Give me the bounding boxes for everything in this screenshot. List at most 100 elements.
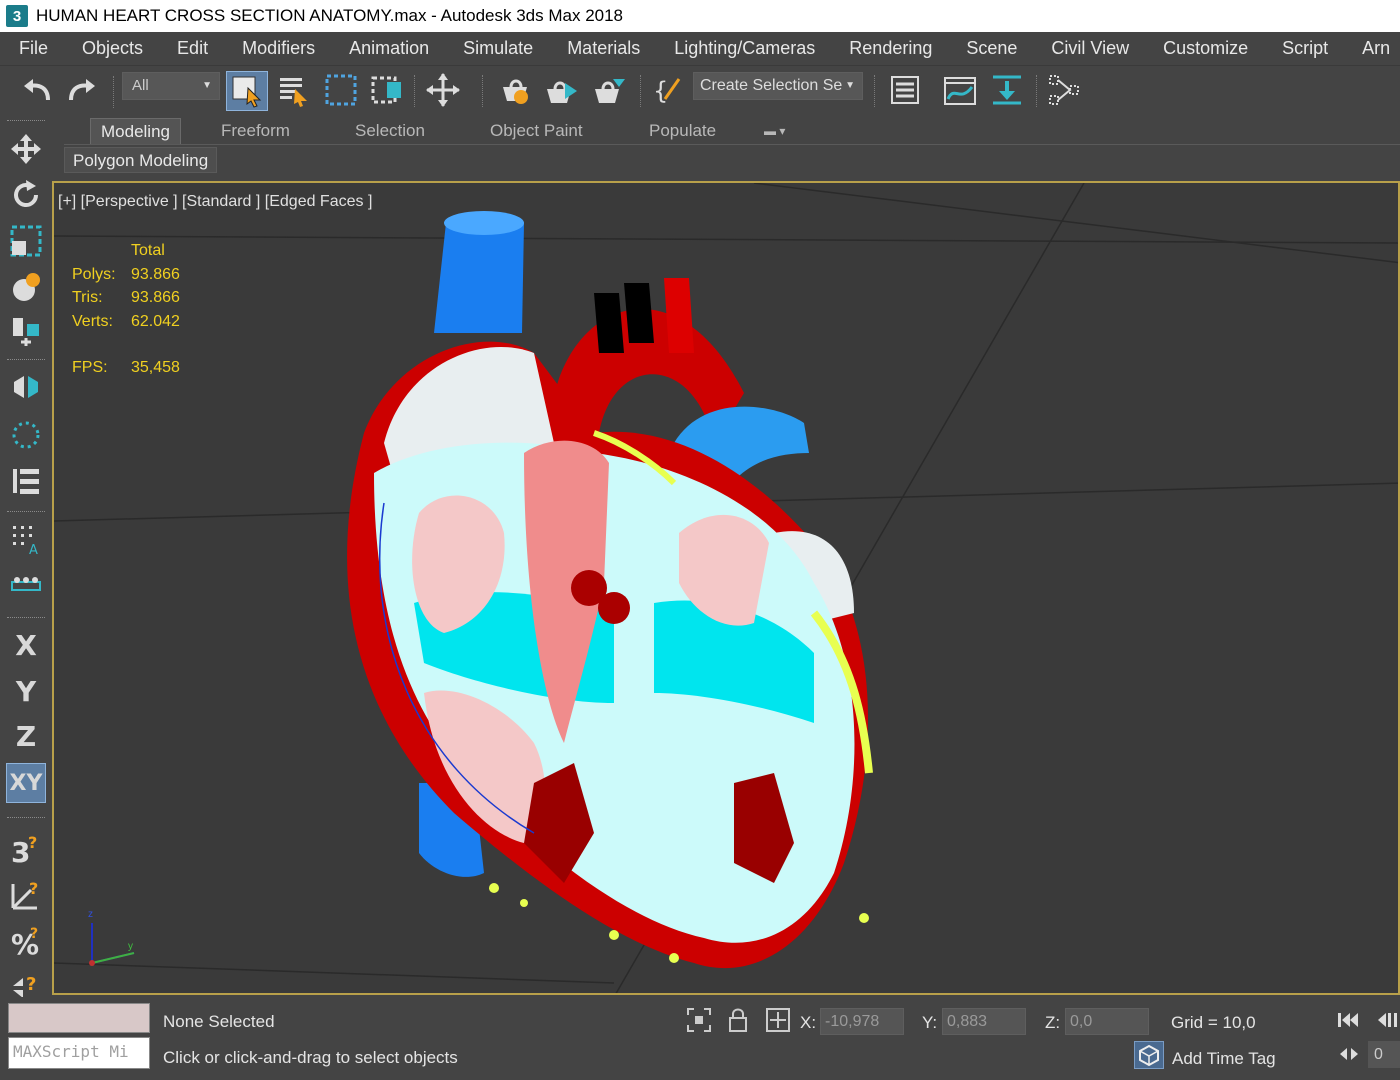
mirror-icon[interactable] <box>6 367 46 407</box>
key-mode-toggle-icon[interactable] <box>1338 1045 1360 1063</box>
polygon-modeling-tab[interactable]: Polygon Modeling <box>64 147 218 173</box>
select-move-icon[interactable] <box>421 71 465 109</box>
menu-arnold[interactable]: Arn <box>1345 32 1400 65</box>
perspective-viewport[interactable]: [+] [Perspective ] [Standard ] [Edged Fa… <box>52 181 1400 995</box>
axis-x-button[interactable]: X <box>6 625 46 665</box>
tab-modeling[interactable]: Modeling <box>90 118 181 144</box>
gizmo-z-label: z <box>88 909 93 920</box>
svg-text:?: ? <box>29 879 38 898</box>
grid-size-label: Grid = 10,0 <box>1171 1013 1256 1032</box>
menu-simulate[interactable]: Simulate <box>446 32 550 65</box>
svg-text:{: { <box>653 77 668 105</box>
maxscript-listener-input[interactable]: MAXScript Mi <box>8 1037 150 1069</box>
verts-label: Verts: <box>72 312 113 330</box>
move-icon[interactable] <box>6 129 46 169</box>
rotate-icon[interactable] <box>6 175 46 215</box>
selection-status: None Selected <box>163 1012 275 1031</box>
menu-customize[interactable]: Customize <box>1146 32 1265 65</box>
snaps-3d-icon[interactable]: 3? <box>6 829 46 869</box>
svg-text:?: ? <box>30 926 38 942</box>
y-coord-label: Y: <box>922 1013 938 1032</box>
app-icon: 3 <box>6 5 28 27</box>
svg-text:?: ? <box>28 833 37 852</box>
title-bar: 3 HUMAN HEART CROSS SECTION ANATOMY.max … <box>0 0 1400 32</box>
percent-snap-icon[interactable]: %? <box>6 921 46 961</box>
axis-z-button[interactable]: Z <box>6 716 46 756</box>
menu-objects[interactable]: Objects <box>65 32 160 65</box>
polys-label: Polys: <box>72 265 116 283</box>
ribbon-tabs: Modeling Freeform Selection Object Paint… <box>62 116 1400 144</box>
named-selection-set-dropdown[interactable]: Create Selection Se ▼ <box>693 72 863 100</box>
menu-modifiers[interactable]: Modifiers <box>225 32 332 65</box>
polys-value: 93.866 <box>131 265 180 283</box>
add-time-tag-icon[interactable] <box>1134 1041 1164 1069</box>
menu-lighting-cameras[interactable]: Lighting/Cameras <box>657 32 832 65</box>
tris-label: Tris: <box>72 289 103 306</box>
gizmo-y-label: y <box>128 941 133 952</box>
scale-icon[interactable] <box>6 221 46 261</box>
menu-materials[interactable]: Materials <box>550 32 657 65</box>
tab-object-paint[interactable]: Object Paint <box>480 118 593 144</box>
spacing-tool-icon[interactable]: A <box>6 519 46 559</box>
viewport-statistics: Total Polys: 93.866 Tris: 93.866 Verts: 62.… <box>72 239 180 380</box>
menu-edit[interactable]: Edit <box>160 32 225 65</box>
y-coord-field[interactable]: 0,883 <box>942 1008 1026 1035</box>
angle-snap-icon[interactable]: ? <box>6 875 46 915</box>
z-coord-field[interactable]: 0,0 <box>1065 1008 1149 1035</box>
fps-label: FPS: <box>72 359 108 376</box>
fps-value: 35,458 <box>131 359 180 376</box>
svg-text:A: A <box>29 543 38 556</box>
viewport-label[interactable]: [+] [Perspective ] [Standard ] [Edged Fa… <box>58 193 372 211</box>
menu-animation[interactable]: Animation <box>332 32 446 65</box>
x-coord-label: X: <box>800 1013 817 1032</box>
render-production-icon[interactable] <box>586 71 630 109</box>
axis-xy-button[interactable]: XY <box>6 763 46 803</box>
go-to-start-icon[interactable] <box>1336 1009 1362 1031</box>
menu-script[interactable]: Script <box>1265 32 1345 65</box>
menu-rendering[interactable]: Rendering <box>832 32 949 65</box>
curve-editor-icon[interactable] <box>939 71 981 109</box>
layer-explorer-icon[interactable] <box>884 71 926 109</box>
render-setup-icon[interactable] <box>494 71 538 109</box>
tris-value: 93.866 <box>131 289 180 306</box>
select-object-icon[interactable] <box>226 71 268 111</box>
window-title: HUMAN HEART CROSS SECTION ANATOMY.max - … <box>36 6 624 25</box>
lock-selection-icon[interactable] <box>727 1007 749 1033</box>
x-coord-field[interactable]: -10,978 <box>820 1008 904 1035</box>
current-frame-field[interactable]: 0 <box>1368 1041 1400 1068</box>
stats-header: Total <box>131 242 165 259</box>
prompt-line: Click or click-and-drag to select object… <box>163 1048 458 1067</box>
menu-civil-view[interactable]: Civil View <box>1034 32 1146 65</box>
add-time-tag-label[interactable]: Add Time Tag <box>1172 1049 1276 1069</box>
menu-file[interactable]: File <box>0 32 65 65</box>
window-crossing-icon[interactable] <box>366 71 408 109</box>
color-swatch[interactable] <box>8 1003 150 1033</box>
clone-icon[interactable] <box>6 567 46 607</box>
tab-freeform[interactable]: Freeform <box>211 118 300 144</box>
snap-icon[interactable] <box>6 415 46 455</box>
edit-named-selection-icon[interactable]: { <box>648 71 688 109</box>
schematic-view-icon[interactable] <box>1043 71 1085 109</box>
select-by-name-icon[interactable] <box>274 71 314 109</box>
svg-text:?: ? <box>26 974 36 995</box>
status-bar: MAXScript Mi None Selected Click or clic… <box>0 997 1400 1080</box>
ribbon-options-icon[interactable]: ▬ ▾ <box>754 118 795 144</box>
place-icon[interactable] <box>6 267 46 307</box>
menu-scene[interactable]: Scene <box>949 32 1034 65</box>
viewport-scene <box>54 183 1398 993</box>
undo-icon[interactable] <box>18 72 56 110</box>
transform-mode-icon[interactable] <box>765 1007 791 1033</box>
redo-icon[interactable] <box>63 72 101 110</box>
array-icon[interactable] <box>6 461 46 501</box>
tab-selection[interactable]: Selection <box>345 118 435 144</box>
menu-bar: File Objects Edit Modifiers Animation Si… <box>0 32 1400 65</box>
isolate-selection-icon[interactable] <box>686 1007 712 1033</box>
tab-populate[interactable]: Populate <box>639 118 726 144</box>
rendered-frame-window-icon[interactable] <box>540 71 584 109</box>
toggle-ribbon-icon[interactable] <box>986 71 1028 109</box>
rectangular-selection-icon[interactable] <box>320 71 362 109</box>
align-icon[interactable] <box>6 311 46 351</box>
previous-frame-icon[interactable] <box>1374 1009 1400 1031</box>
selection-filter-dropdown[interactable]: All ▼ <box>122 72 220 100</box>
axis-y-button[interactable]: Y <box>6 671 46 711</box>
